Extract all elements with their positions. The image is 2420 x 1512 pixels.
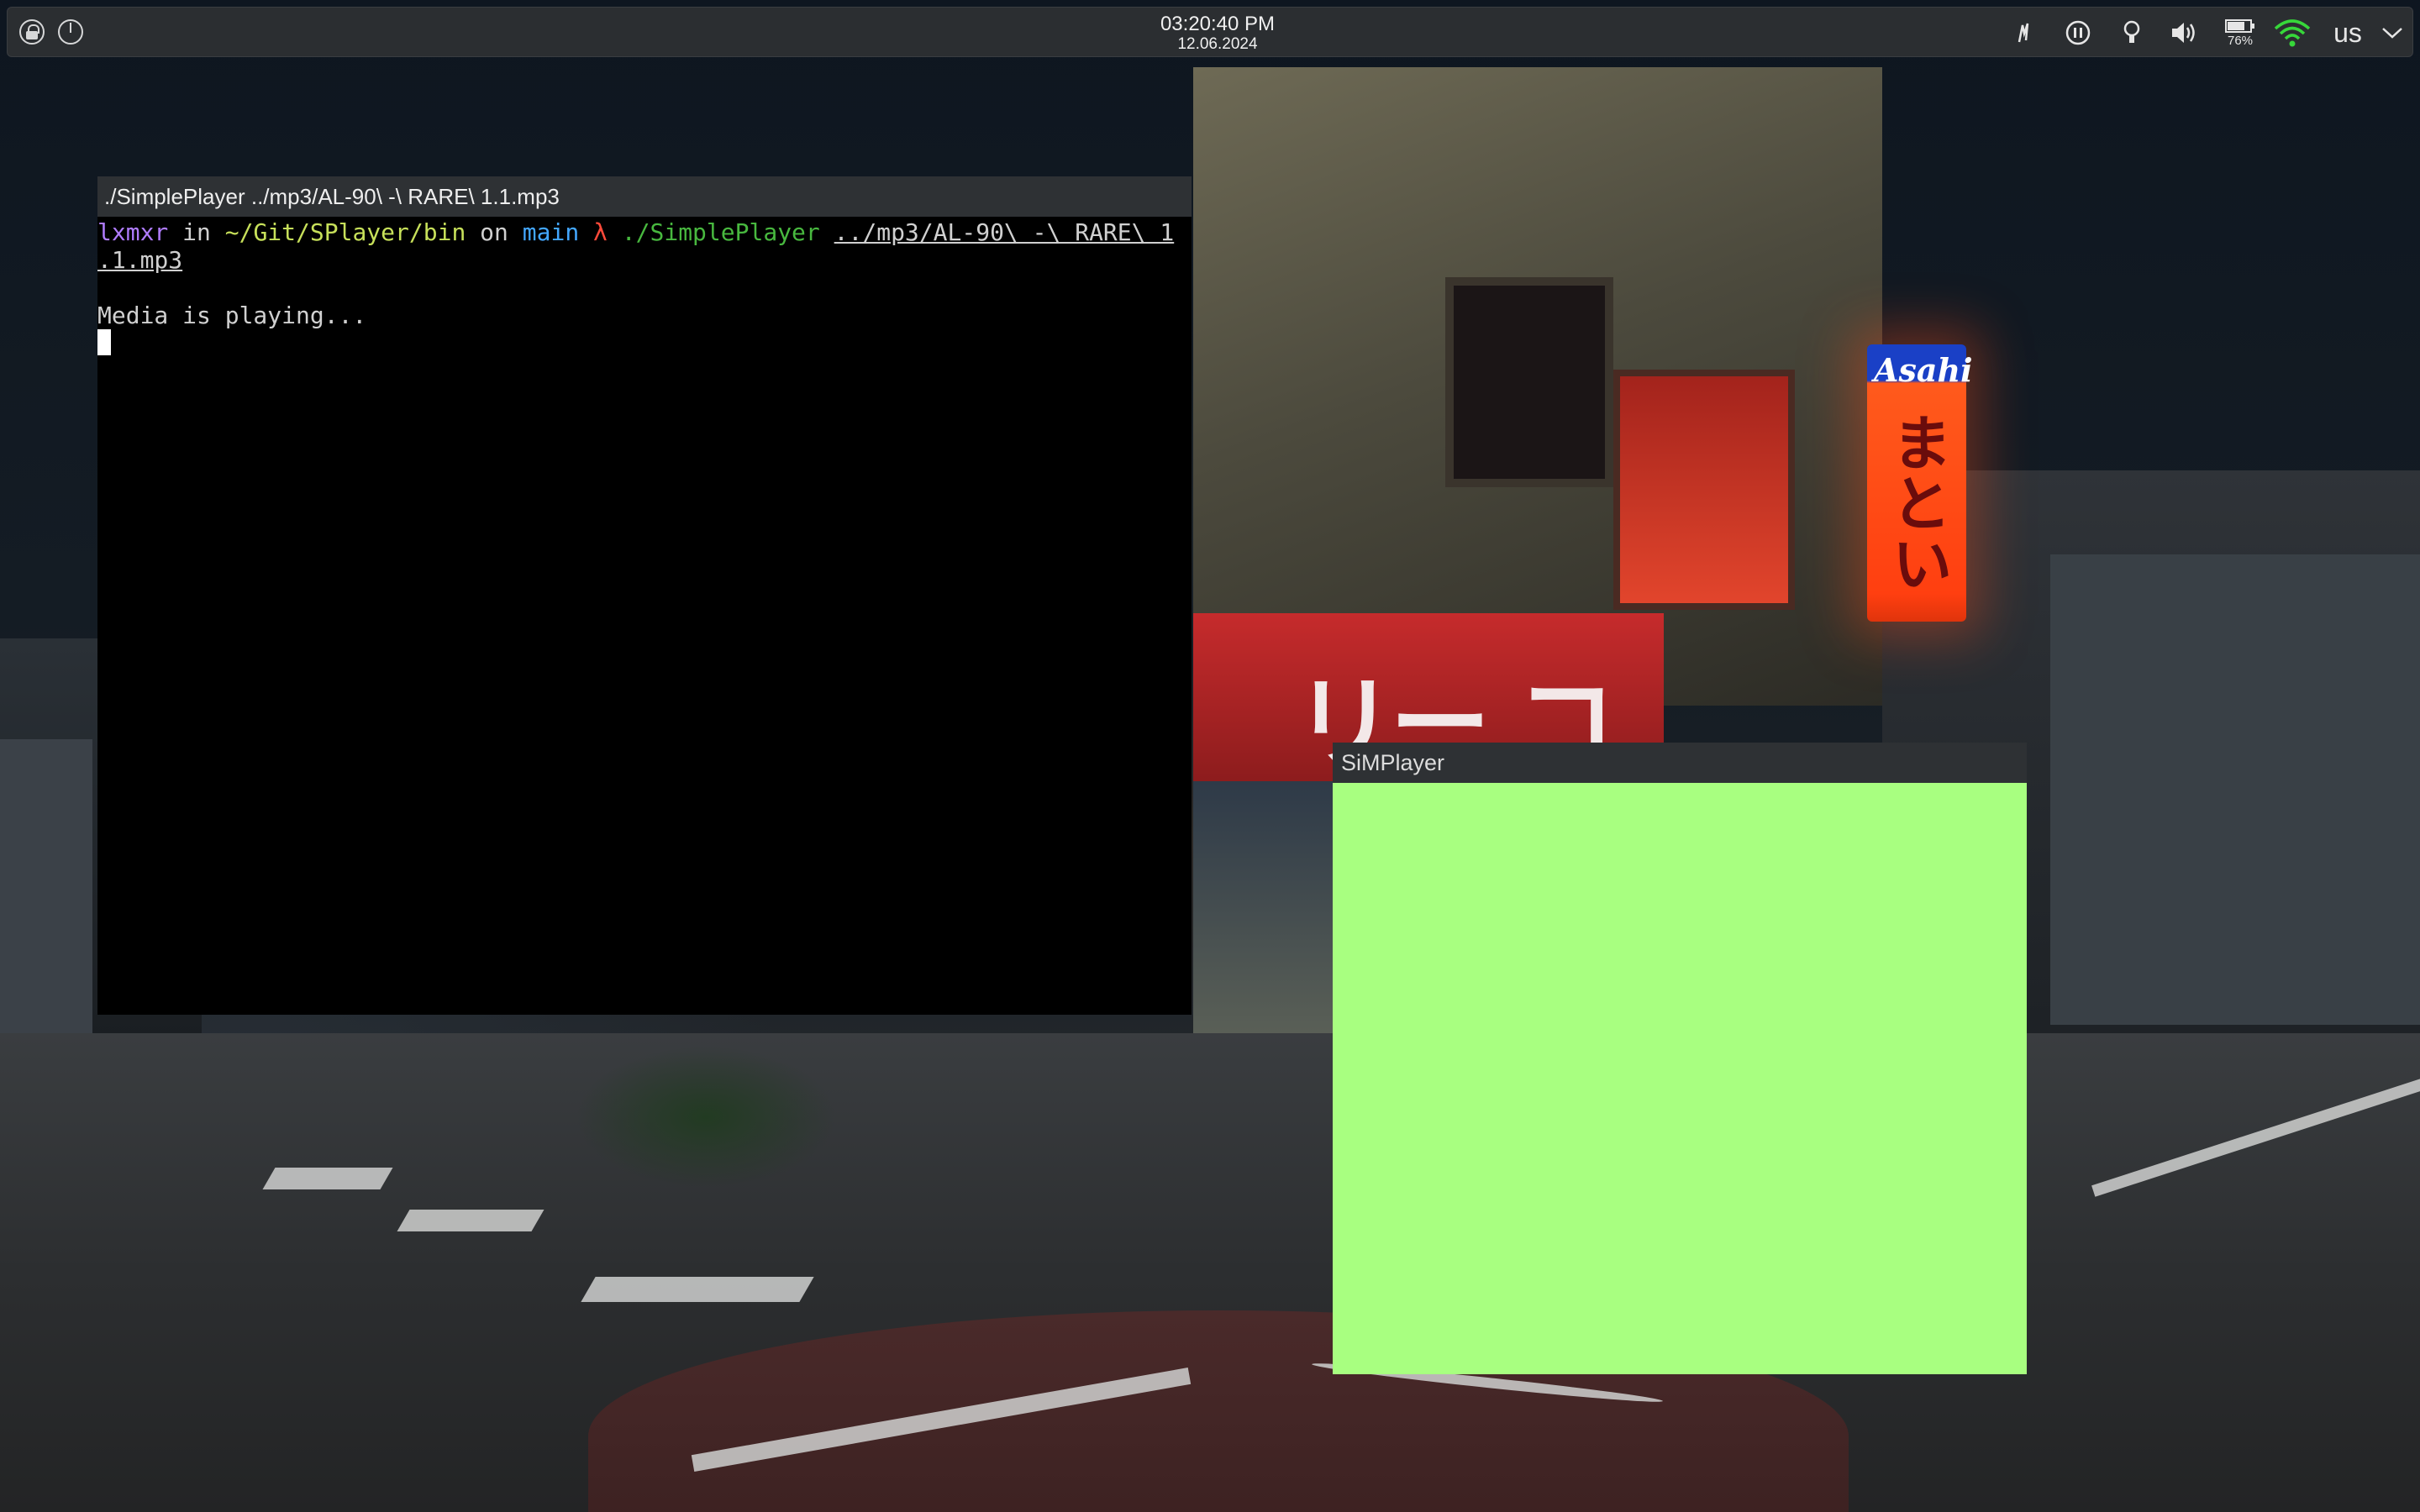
prompt-argument-wrap: .1.mp3: [97, 246, 183, 274]
expand-tray-icon[interactable]: [2374, 14, 2411, 51]
kdeconnect-icon[interactable]: [2007, 14, 2041, 51]
prompt-on: on: [466, 218, 523, 246]
power-icon[interactable]: [58, 19, 83, 45]
wallpaper-red-window: [1613, 370, 1795, 610]
clock-widget[interactable]: 03:20:40 PM 12.06.2024: [1134, 13, 1302, 53]
prompt-path: ~/Git/SPlayer/bin: [224, 218, 466, 246]
neon-sign-brand: Asahi: [1874, 351, 1973, 389]
wallpaper-window: [1445, 277, 1613, 487]
terminal-output[interactable]: lxmxr in ~/Git/SPlayer/bin on main λ ./S…: [97, 217, 1192, 357]
prompt-user: lxmxr: [97, 218, 169, 246]
lock-icon[interactable]: [19, 19, 45, 45]
clock-time: 03:20:40 PM: [1160, 13, 1276, 35]
terminal-window[interactable]: ./SimplePlayer ../mp3/AL-90\ -\ RARE\ 1.…: [97, 176, 1192, 1015]
wallpaper-neon-sign: Asahi まとい: [1867, 344, 1973, 622]
prompt-argument: ../mp3/AL-90\ -\ RARE\ 1: [834, 218, 1175, 246]
prompt-command: ./SimplePlayer: [621, 218, 820, 246]
wifi-icon[interactable]: [2271, 14, 2313, 51]
battery-percent: 76%: [2227, 34, 2254, 48]
terminal-cursor: [97, 329, 111, 355]
media-pause-icon[interactable]: [2060, 14, 2096, 51]
battery-icon[interactable]: 76%: [2219, 14, 2261, 51]
wallpaper-building-right-2: [2050, 554, 2420, 1025]
player-status-output: Media is playing...: [97, 302, 367, 329]
road-marking: [397, 1210, 544, 1231]
simplayer-canvas[interactable]: [1333, 783, 2027, 1374]
wallpaper-building-left-2: [0, 739, 92, 1058]
wallpaper-plants: [538, 1016, 924, 1218]
notifications-icon[interactable]: [2115, 14, 2149, 51]
keyboard-layout[interactable]: us: [2327, 14, 2369, 51]
road-marking: [262, 1168, 393, 1189]
prompt-in: in: [168, 218, 225, 246]
neon-sign-text: まとい: [1881, 412, 1953, 593]
clock-date: 12.06.2024: [1177, 35, 1258, 53]
top-panel: 03:20:40 PM 12.06.2024 76% us: [7, 7, 2413, 57]
road-marking: [581, 1277, 814, 1302]
simplayer-titlebar[interactable]: SiMPlayer: [1333, 743, 2027, 783]
volume-icon[interactable]: [2165, 14, 2202, 51]
prompt-branch: main: [522, 218, 580, 246]
simplayer-window[interactable]: SiMPlayer: [1333, 743, 2027, 1374]
terminal-titlebar[interactable]: ./SimplePlayer ../mp3/AL-90\ -\ RARE\ 1.…: [97, 176, 1192, 217]
prompt-lambda: λ: [579, 218, 622, 246]
